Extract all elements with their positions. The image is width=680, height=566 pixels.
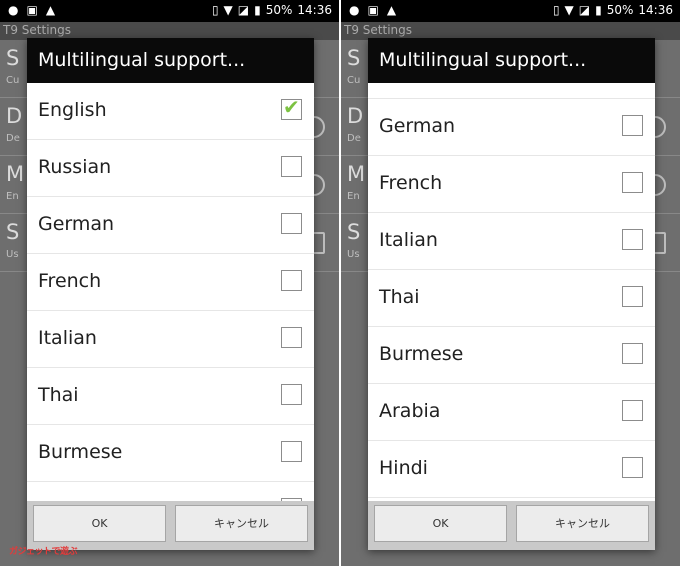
wifi-icon: ▼ [564,3,574,17]
language-checkbox[interactable] [281,441,302,462]
image-icon: ▣ [26,3,38,17]
wifi-icon: ▼ [223,3,233,17]
language-option-italian[interactable]: Italian [27,311,314,368]
vibrate-icon: ▯ [211,3,219,17]
language-option-english[interactable]: English ✔ [27,83,314,140]
status-bar: ● ▣ ▲ ▯ ▼ ◪ ▮ 50% 14:36 [0,0,339,22]
multilingual-dialog: Multilingual support... English ✔ Russia… [27,38,314,550]
language-option-burmese[interactable]: Burmese [27,425,314,482]
no-sim-icon: ◪ [578,3,591,17]
language-option-thai[interactable]: Thai [27,368,314,425]
cancel-button[interactable]: キャンセル [516,505,649,542]
language-option-partial[interactable] [368,83,655,99]
phone-screen-right: ● ▣ ▲ ▯ ▼ ◪ ▮ 50% 14:36 T9 Settings S Cu… [341,0,680,566]
cancel-button[interactable]: キャンセル [175,505,308,542]
language-option-russian[interactable]: Russian [27,140,314,197]
language-option-partial[interactable] [27,482,314,501]
vibrate-icon: ▯ [552,3,560,17]
phone-screen-left: ● ▣ ▲ ▯ ▼ ◪ ▮ 50% 14:36 T9 Settings S Cu… [0,0,339,566]
language-option-german[interactable]: German [368,99,655,156]
language-checkbox[interactable] [281,156,302,177]
app-title: T9 Settings [3,23,71,37]
no-sim-icon: ◪ [237,3,250,17]
language-list[interactable]: English ✔ Russian German French Italian [27,83,314,501]
app-title: T9 Settings [344,23,412,37]
ok-button[interactable]: OK [374,505,507,542]
language-checkbox[interactable] [622,172,643,193]
android-icon: ● [8,3,19,17]
language-checkbox[interactable] [622,343,643,364]
status-bar: ● ▣ ▲ ▯ ▼ ◪ ▮ 50% 14:36 [341,0,680,22]
warning-icon: ▲ [386,3,397,17]
android-icon: ● [349,3,360,17]
ok-button[interactable]: OK [33,505,166,542]
language-checkbox[interactable] [281,327,302,348]
language-checkbox[interactable] [622,286,643,307]
battery-percent: 50% [606,3,634,17]
language-option-italian[interactable]: Italian [368,213,655,270]
image-icon: ▣ [367,3,379,17]
language-checkbox[interactable] [622,457,643,478]
language-option-arabia[interactable]: Arabia [368,384,655,441]
dialog-button-bar: OK キャンセル [27,501,314,550]
language-checkbox[interactable] [622,115,643,136]
language-checkbox[interactable] [281,213,302,234]
warning-icon: ▲ [45,3,56,17]
battery-icon: ▮ [595,3,602,17]
battery-percent: 50% [265,3,293,17]
language-option-german[interactable]: German [27,197,314,254]
language-checkbox[interactable] [622,229,643,250]
multilingual-dialog: Multilingual support... German French It… [368,38,655,550]
language-checkbox[interactable] [281,270,302,291]
clock: 14:36 [297,3,332,17]
language-checkbox[interactable] [622,400,643,421]
battery-icon: ▮ [254,3,261,17]
language-list[interactable]: German French Italian Thai Burmese Arabi… [368,83,655,501]
checkmark-icon: ✔ [283,95,300,119]
clock: 14:36 [638,3,673,17]
dialog-button-bar: OK キャンセル [368,501,655,550]
dialog-title: Multilingual support... [27,38,314,83]
dialog-title: Multilingual support... [368,38,655,83]
language-checkbox[interactable]: ✔ [281,95,302,120]
language-option-hindi[interactable]: Hindi [368,441,655,498]
language-option-french[interactable]: French [368,156,655,213]
language-checkbox[interactable] [281,384,302,405]
watermark-logo: ガジェットで遊ぶ [9,547,78,557]
language-option-thai[interactable]: Thai [368,270,655,327]
language-option-burmese[interactable]: Burmese [368,327,655,384]
language-option-french[interactable]: French [27,254,314,311]
